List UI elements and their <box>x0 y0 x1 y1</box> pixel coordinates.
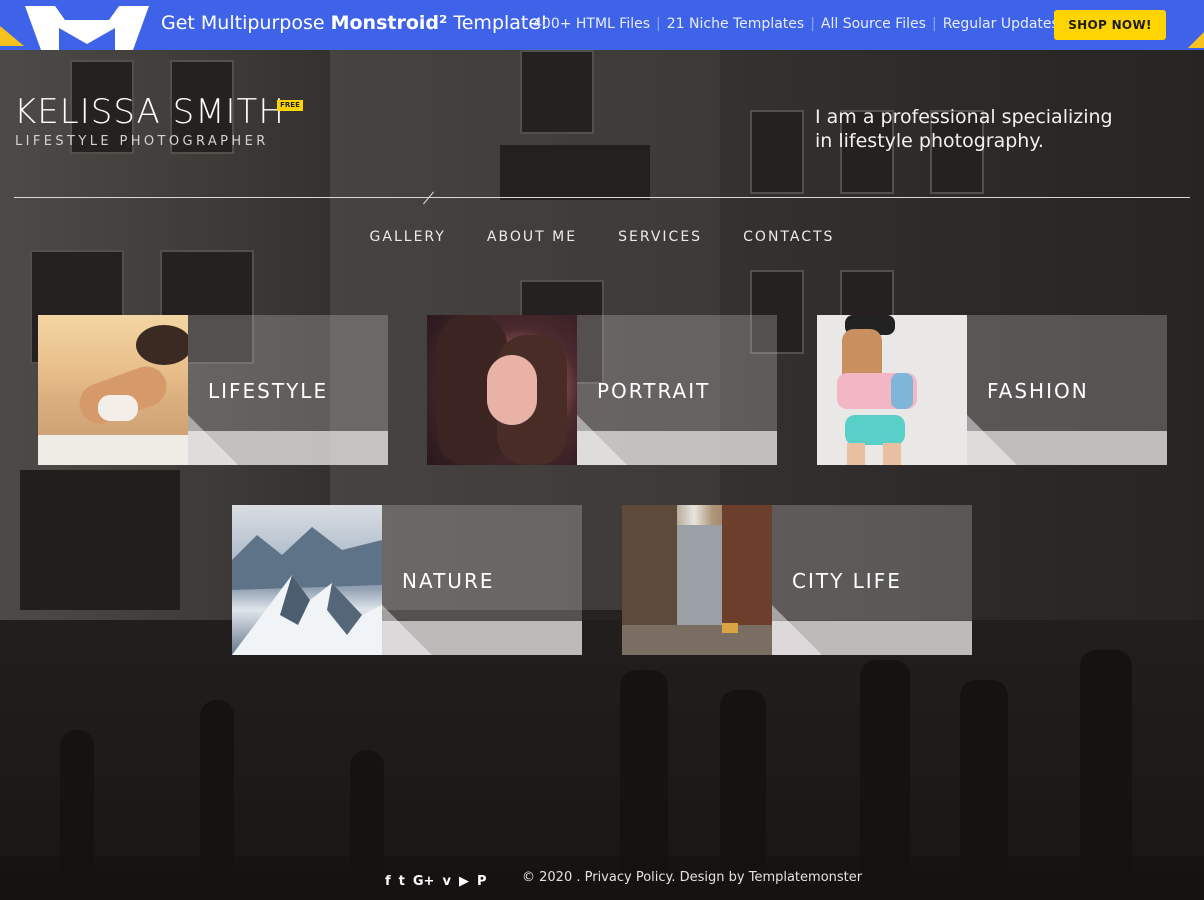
tile-corner <box>577 415 627 465</box>
nav-gallery[interactable]: GALLERY <box>370 229 446 245</box>
tile-corner <box>967 415 1017 465</box>
facebook-icon[interactable]: f <box>385 874 391 890</box>
portrait-thumbnail <box>427 315 577 465</box>
distant-buildings <box>677 525 722 635</box>
promo-separator: | <box>656 16 661 32</box>
gallery-tile-nature[interactable]: NATURE <box>232 505 582 655</box>
tagline-line: I am a professional specializing <box>815 106 1113 128</box>
face-shape <box>487 355 537 425</box>
site-logo-name[interactable]: KELISSA SMITH <box>14 92 285 132</box>
shop-now-button[interactable]: SHOP NOW! <box>1054 10 1166 40</box>
nature-thumbnail <box>232 505 382 655</box>
fashion-thumbnail <box>817 315 967 465</box>
taxi-shape <box>722 623 738 633</box>
promo-separator: | <box>810 16 815 32</box>
gallery-tile-city-life[interactable]: CITY LIFE <box>622 505 972 655</box>
header-tagline: I am a professional specializing in life… <box>815 105 1115 153</box>
nav-services[interactable]: SERVICES <box>618 229 702 245</box>
site-logo-subtitle: LIFESTYLE PHOTOGRAPHER <box>15 134 269 149</box>
tile-label: LIFESTYLE <box>208 379 329 403</box>
tile-label: PORTRAIT <box>597 379 711 403</box>
promo-features: 400+ HTML Files | 21 Niche Templates | All S… <box>533 16 1059 32</box>
footer-copyright[interactable]: © 2020 . Privacy Policy. Design by Templ… <box>522 870 862 885</box>
gallery-tile-lifestyle[interactable]: LIFESTYLE <box>38 315 388 465</box>
tile-label: FASHION <box>987 379 1089 403</box>
twitter-icon[interactable]: t <box>399 874 405 890</box>
city-life-thumbnail <box>622 505 772 655</box>
leg-shape <box>847 443 865 465</box>
pinterest-icon[interactable]: P <box>477 874 487 890</box>
promo-title-brand: Monstroid² <box>330 12 448 34</box>
social-links: f t G+ v ▶ P <box>385 870 494 889</box>
tile-corner <box>188 415 238 465</box>
promo-feature: 21 Niche Templates <box>666 16 805 32</box>
road-shape <box>622 625 772 655</box>
promo-title[interactable]: Get Multipurpose Monstroid² Template! <box>161 12 548 34</box>
tile-corner <box>772 605 822 655</box>
promo-feature: Regular Updates <box>942 16 1059 32</box>
free-badge: FREE <box>277 100 303 111</box>
monstroid-logo-icon <box>25 6 149 50</box>
vimeo-icon[interactable]: v <box>442 874 450 890</box>
gallery-tile-portrait[interactable]: PORTRAIT <box>427 315 777 465</box>
tagline-line: in lifestyle photography. <box>815 130 1044 152</box>
youtube-icon[interactable]: ▶ <box>459 874 469 890</box>
promo-banner[interactable]: Get Multipurpose Monstroid² Template! 40… <box>0 0 1204 50</box>
banner-decoration <box>0 26 24 46</box>
tile-label: NATURE <box>402 569 495 593</box>
sleeve-shape <box>891 373 913 409</box>
google-plus-icon[interactable]: G+ <box>413 874 435 890</box>
tile-label: CITY LIFE <box>792 569 902 593</box>
shorts-shape <box>845 415 905 445</box>
leg-shape <box>883 443 901 465</box>
promo-feature: 400+ HTML Files <box>533 16 651 32</box>
main-nav: GALLERY ABOUT ME SERVICES CONTACTS <box>0 226 1204 245</box>
gallery-tile-fashion[interactable]: FASHION <box>817 315 1167 465</box>
banner-decoration <box>1188 32 1204 48</box>
promo-title-prefix: Get Multipurpose <box>161 12 331 34</box>
mountain-shape <box>232 527 382 655</box>
tile-corner <box>382 605 432 655</box>
hat-shape <box>136 325 188 365</box>
swimsuit-shape <box>98 395 138 421</box>
promo-feature: All Source Files <box>820 16 926 32</box>
lounger-shape <box>38 435 188 465</box>
lifestyle-thumbnail <box>38 315 188 465</box>
nav-contacts[interactable]: CONTACTS <box>743 229 834 245</box>
nav-about-me[interactable]: ABOUT ME <box>487 229 577 245</box>
header-divider <box>14 197 1190 198</box>
promo-separator: | <box>931 16 937 32</box>
